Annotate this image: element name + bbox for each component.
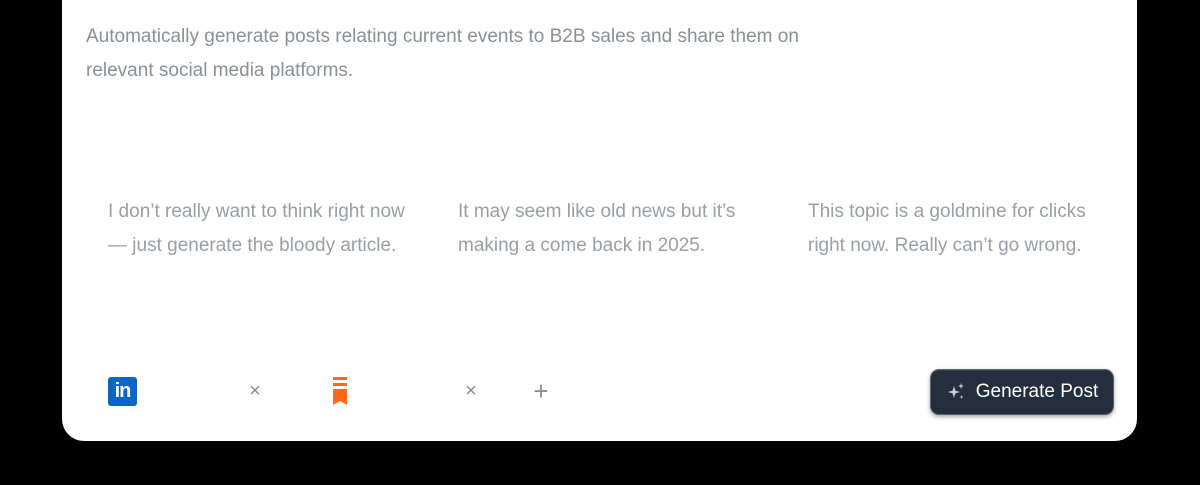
option-card-2[interactable]: It may seem like old news but it’s makin… <box>458 195 758 263</box>
substack-icon <box>333 377 347 405</box>
add-platform-icon[interactable]: + <box>530 377 552 405</box>
sparkle-icon <box>947 383 964 399</box>
post-generator-card: Automatically generate posts relating cu… <box>62 0 1137 441</box>
generate-post-label: Generate Post <box>975 381 1099 402</box>
option-card-3[interactable]: This topic is a goldmine for clicks righ… <box>808 195 1108 263</box>
remove-substack-icon[interactable]: × <box>461 378 481 404</box>
option-text: I don’t really want to think right now —… <box>108 201 405 256</box>
option-card-1[interactable]: I don’t really want to think right now —… <box>108 195 408 263</box>
option-text: It may seem like old news but it’s makin… <box>458 201 736 256</box>
option-text: This topic is a goldmine for clicks righ… <box>808 201 1086 256</box>
description-text: Automatically generate posts relating cu… <box>86 26 799 81</box>
linkedin-icon: in <box>108 377 137 406</box>
remove-linkedin-icon[interactable]: × <box>245 378 265 404</box>
generate-post-button[interactable]: Generate Post <box>930 369 1114 415</box>
